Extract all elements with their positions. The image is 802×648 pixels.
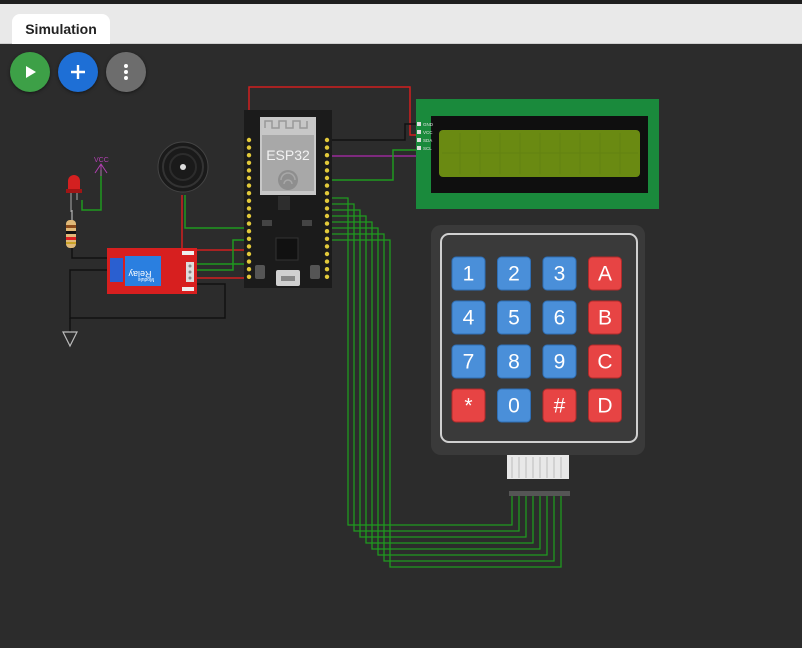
esp32-board[interactable]: ESP32 [244,110,332,288]
esp32-pin [246,244,252,249]
esp32-pin [324,236,330,241]
esp32-pin [246,229,252,234]
lcd-pin-gnd: GND [423,122,434,127]
simulation-canvas[interactable]: VCC Relay Module ESP32 GND VCC SDA SCL 1… [0,44,802,648]
keypad-key-3[interactable]: 3 [542,256,577,291]
keypad-key-8[interactable]: 8 [497,344,531,379]
keypad-key-6[interactable]: 6 [542,300,577,335]
vcc-symbol: VCC [94,157,109,176]
keypad-key-1[interactable]: 1 [451,256,486,291]
keypad-key-label: 7 [463,351,475,374]
esp32-pin [324,160,330,165]
relay-module[interactable]: Relay Module [107,248,197,294]
esp32-pin [246,137,252,143]
resistor[interactable] [66,220,76,248]
esp32-pin [324,137,330,143]
keypad-key-5[interactable]: 5 [497,300,531,335]
esp32-pin [324,221,330,226]
add-part-button[interactable] [58,52,98,92]
keypad-key-label: B [598,307,612,330]
esp32-pin [246,267,252,272]
esp32-pin [246,175,252,181]
keypad-key-label: 1 [463,263,475,286]
esp32-pin [324,168,330,173]
keypad-key-label: * [464,395,472,418]
plus-icon [71,65,85,79]
esp32-pin [324,175,330,181]
esp32-pin [246,251,252,257]
lcd-pin-sda: SDA [423,138,432,143]
keypad-key-label: 9 [554,351,566,374]
keypad-key-label: 0 [508,395,520,418]
esp32-pin [324,267,330,272]
keypad-key-label: D [597,395,612,418]
ground-symbol [62,331,78,348]
esp32-pin [324,145,330,150]
keypad-key-star[interactable]: * [451,388,486,423]
esp32-pin [246,153,252,158]
more-options-button[interactable] [106,52,146,92]
esp32-pin [246,213,252,219]
keypad-key-label: 3 [554,263,566,286]
keypad-key-0[interactable]: 0 [497,388,531,423]
esp32-pin [246,168,252,173]
lcd-pin-vcc: VCC [423,130,433,135]
tab-simulation[interactable]: Simulation [12,14,110,44]
buzzer[interactable] [157,141,209,193]
esp32-pin [246,160,252,165]
esp32-pin [324,229,330,234]
keypad-key-hash[interactable]: # [542,388,577,423]
esp32-pin [324,206,330,211]
esp32-pin [246,206,252,211]
esp32-pin [324,274,330,279]
keypad-key-label: 2 [508,263,520,286]
keypad-key-label: A [598,263,612,286]
vcc-label: VCC [94,157,109,164]
esp32-pin [324,198,330,203]
esp32-pin [324,213,330,219]
esp32-pin [246,274,252,279]
keypad-key-label: 5 [508,307,520,330]
run-simulation-button[interactable] [10,52,50,92]
keypad-key-label: 6 [554,307,566,330]
esp32-label: ESP32 [266,147,310,163]
esp32-pin [246,259,252,264]
esp32-pin [246,221,252,226]
keypad-key-7[interactable]: 7 [451,344,486,379]
keypad-key-4[interactable]: 4 [451,300,486,335]
esp32-pin [246,191,252,196]
play-icon [26,66,36,78]
esp32-pin [246,236,252,241]
keypad-key-2[interactable]: 2 [497,256,531,291]
esp32-pin [246,145,252,150]
keypad-key-b[interactable]: B [588,300,622,335]
esp32-pin [324,259,330,264]
keypad-key-label: # [554,395,566,418]
tab-bar: Simulation [0,4,802,44]
esp32-pin [324,251,330,257]
led[interactable] [66,175,82,212]
esp32-pin [324,183,330,188]
keypad-key-label: C [597,351,612,374]
esp32-pin [246,183,252,188]
keypad-key-c[interactable]: C [588,344,622,379]
circuit-diagram: VCC Relay Module ESP32 GND VCC SDA SCL 1… [62,86,659,568]
esp32-pin [324,244,330,249]
keypad-key-label: 4 [463,307,475,330]
keypad-key-9[interactable]: 9 [542,344,577,379]
keypad-key-a[interactable]: A [588,256,622,291]
esp32-pin [324,153,330,158]
esp32-pin [324,191,330,196]
lcd-pin-scl: SCL [423,146,432,151]
lcd-display[interactable]: GND VCC SDA SCL [416,99,659,209]
relay-sublabel: Module [138,276,155,282]
keypad-key-d[interactable]: D [588,388,622,423]
esp32-pin [246,198,252,203]
keypad-key-label: 8 [508,351,520,374]
more-vertical-icon [124,64,128,80]
